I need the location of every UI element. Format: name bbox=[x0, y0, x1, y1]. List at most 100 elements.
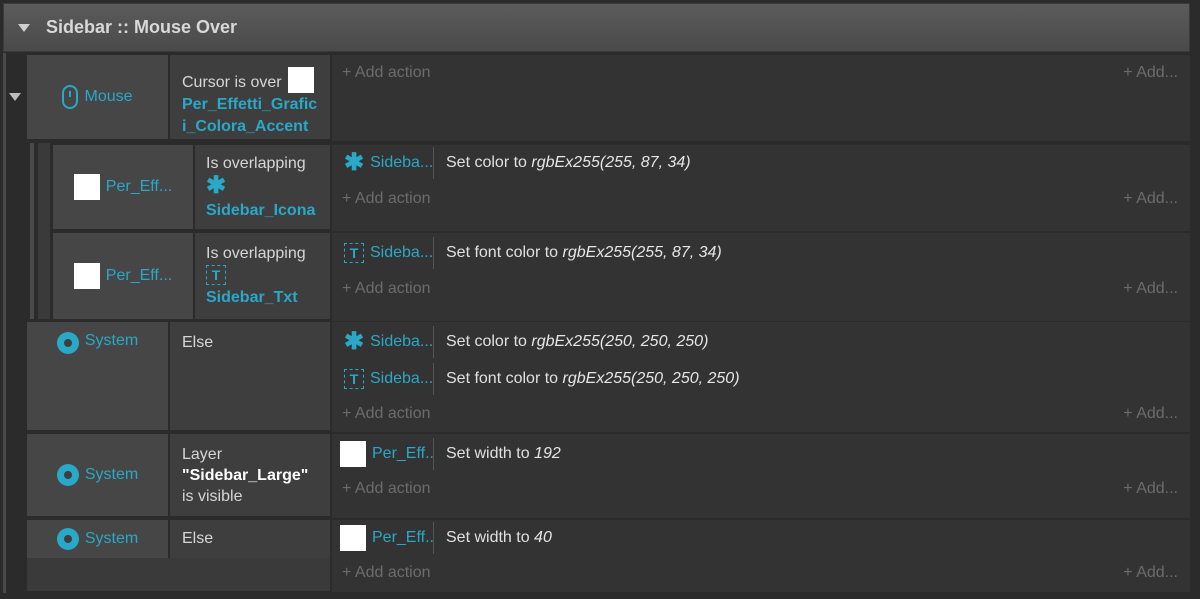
action-object-label: Sideba... bbox=[370, 244, 434, 261]
actions-area: ✱ Sideba... Set color to rgbEx255(255, 8… bbox=[332, 145, 1190, 231]
sprite-thumbnail bbox=[340, 525, 366, 551]
event-object-label: System bbox=[84, 466, 139, 483]
action-row[interactable]: ✱ Sideba... Set color to rgbEx255(255, 8… bbox=[332, 147, 691, 179]
action-value: 192 bbox=[534, 445, 561, 462]
event-object-system[interactable]: System bbox=[27, 322, 168, 430]
actions-area: Per_Eff... Set width to 40 + Add action … bbox=[332, 520, 1190, 592]
add-action-link[interactable]: + Add action bbox=[342, 190, 431, 208]
add-action-link[interactable]: + Add action bbox=[342, 64, 431, 82]
add-action-link[interactable]: + Add action bbox=[342, 480, 431, 498]
action-value: rgbEx255(250, 250, 250) bbox=[531, 333, 709, 350]
group-title: Sidebar :: Mouse Over bbox=[46, 17, 238, 37]
action-row[interactable]: T Sideba... Set font color to rgbEx255(2… bbox=[332, 237, 722, 269]
subevent-indent-bar-2 bbox=[38, 143, 50, 319]
action-row[interactable]: T Sideba... Set font color to rgbEx255(2… bbox=[332, 363, 740, 395]
action-object-label: Sideba... bbox=[370, 370, 434, 387]
actions-area: ✱ Sideba... Set color to rgbEx255(250, 2… bbox=[332, 322, 1190, 432]
event-collapse-icon[interactable] bbox=[9, 93, 21, 101]
actions-area: T Sideba... Set font color to rgbEx255(2… bbox=[332, 233, 1190, 321]
add-action-link[interactable]: + Add action bbox=[342, 564, 431, 582]
event-object-mouse[interactable]: Mouse bbox=[27, 55, 168, 139]
actions-area: + Add action + Add... bbox=[332, 55, 1190, 141]
condition-object-ref: Sidebar_Txt bbox=[206, 289, 298, 306]
condition-text: Else bbox=[182, 530, 214, 547]
action-value: rgbEx255(255, 87, 34) bbox=[562, 244, 722, 261]
action-object-label: Sideba... bbox=[370, 333, 434, 350]
action-text: Set width to 192 bbox=[434, 445, 561, 463]
action-row[interactable]: Per_Eff... Set width to 40 bbox=[332, 522, 552, 554]
condition-layer-name: "Sidebar_Large" bbox=[182, 467, 309, 484]
actions-area: Per_Eff... Set width to 192 + Add action… bbox=[332, 434, 1190, 518]
action-object[interactable]: ✱ Sideba... bbox=[332, 147, 434, 179]
condition-layer-visible[interactable]: Layer "Sidebar_Large" is visible bbox=[170, 434, 330, 516]
condition-else[interactable]: Else bbox=[170, 322, 330, 430]
action-object[interactable]: T Sideba... bbox=[332, 363, 434, 395]
condition-text: Is overlapping bbox=[206, 155, 306, 172]
event-filler bbox=[27, 558, 330, 591]
condition-text-suffix: is visible bbox=[182, 488, 243, 505]
add-right-link[interactable]: + Add... bbox=[1123, 280, 1178, 298]
group-header[interactable]: Sidebar :: Mouse Over bbox=[3, 3, 1190, 52]
action-verb: Set font color to bbox=[446, 370, 563, 387]
event-object-system[interactable]: System bbox=[27, 520, 168, 558]
action-text: Set color to rgbEx255(250, 250, 250) bbox=[434, 333, 708, 351]
add-right-link[interactable]: + Add... bbox=[1123, 405, 1178, 423]
sprite-star-icon: ✱ bbox=[344, 328, 365, 355]
text-object-icon: T bbox=[344, 243, 364, 263]
text-object-icon: T bbox=[344, 369, 364, 389]
sprite-thumbnail bbox=[340, 441, 366, 467]
action-row[interactable]: Per_Eff... Set width to 192 bbox=[332, 438, 561, 470]
action-object-label: Per_Eff... bbox=[372, 529, 434, 546]
action-verb: Set width to bbox=[446, 529, 535, 546]
condition-is-overlapping[interactable]: Is overlapping ✱ Sidebar_Icona bbox=[195, 145, 330, 229]
event-object-label: System bbox=[84, 530, 139, 547]
subevent-indent-bar bbox=[30, 143, 34, 319]
condition-cursor-over[interactable]: Cursor is over Per_Effetti_Grafici_Color… bbox=[170, 55, 330, 139]
action-row[interactable]: ✱ Sideba... Set color to rgbEx255(250, 2… bbox=[332, 326, 708, 358]
add-right-link[interactable]: + Add... bbox=[1123, 480, 1178, 498]
action-text: Set font color to rgbEx255(255, 87, 34) bbox=[434, 244, 722, 262]
sprite-thumbnail bbox=[73, 263, 100, 289]
add-action-link[interactable]: + Add action bbox=[342, 405, 431, 423]
add-right-link[interactable]: + Add... bbox=[1123, 190, 1178, 208]
mouse-icon bbox=[62, 85, 79, 109]
action-object-label: Per_Eff... bbox=[372, 445, 434, 462]
sprite-thumbnail bbox=[288, 67, 315, 93]
action-object[interactable]: T Sideba... bbox=[332, 237, 434, 269]
condition-object-ref: Sidebar_Icona bbox=[206, 202, 316, 219]
add-right-link[interactable]: + Add... bbox=[1123, 64, 1178, 82]
text-object-icon: T bbox=[206, 265, 226, 285]
gear-icon bbox=[56, 528, 79, 550]
sprite-star-icon: ✱ bbox=[206, 172, 227, 199]
action-value: rgbEx255(255, 87, 34) bbox=[531, 154, 691, 171]
event-object-per-eff[interactable]: Per_Eff... bbox=[53, 233, 193, 319]
action-value: 40 bbox=[534, 529, 552, 546]
event-object-label: Per_Eff... bbox=[105, 267, 173, 284]
action-text: Set width to 40 bbox=[434, 529, 552, 547]
action-value: rgbEx255(250, 250, 250) bbox=[562, 370, 740, 387]
add-right-link[interactable]: + Add... bbox=[1123, 564, 1178, 582]
condition-text: Else bbox=[182, 334, 214, 351]
group-margin-bar bbox=[3, 53, 6, 593]
condition-object-ref: Per_Effetti_Grafici_Colora_Accent bbox=[182, 96, 318, 135]
sprite-thumbnail bbox=[73, 174, 100, 200]
action-text: Set font color to rgbEx255(250, 250, 250… bbox=[434, 370, 740, 388]
action-object[interactable]: Per_Eff... bbox=[332, 522, 434, 554]
action-text: Set color to rgbEx255(255, 87, 34) bbox=[434, 154, 691, 172]
sprite-star-icon: ✱ bbox=[344, 149, 365, 176]
condition-is-overlapping[interactable]: Is overlapping T Sidebar_Txt bbox=[195, 233, 330, 319]
action-object-label: Sideba... bbox=[370, 154, 434, 171]
action-object[interactable]: Per_Eff... bbox=[332, 438, 434, 470]
collapse-triangle-icon[interactable] bbox=[18, 23, 30, 32]
event-object-label: System bbox=[84, 332, 139, 349]
condition-text: Is overlapping bbox=[206, 245, 306, 262]
gear-icon bbox=[56, 464, 79, 486]
action-verb: Set color to bbox=[446, 154, 532, 171]
action-object[interactable]: ✱ Sideba... bbox=[332, 326, 434, 358]
event-object-system[interactable]: System bbox=[27, 434, 168, 516]
action-verb: Set color to bbox=[446, 333, 532, 350]
event-object-label: Per_Eff... bbox=[105, 178, 173, 195]
condition-else[interactable]: Else bbox=[170, 520, 330, 558]
add-action-link[interactable]: + Add action bbox=[342, 280, 431, 298]
event-object-per-eff[interactable]: Per_Eff... bbox=[53, 145, 193, 229]
